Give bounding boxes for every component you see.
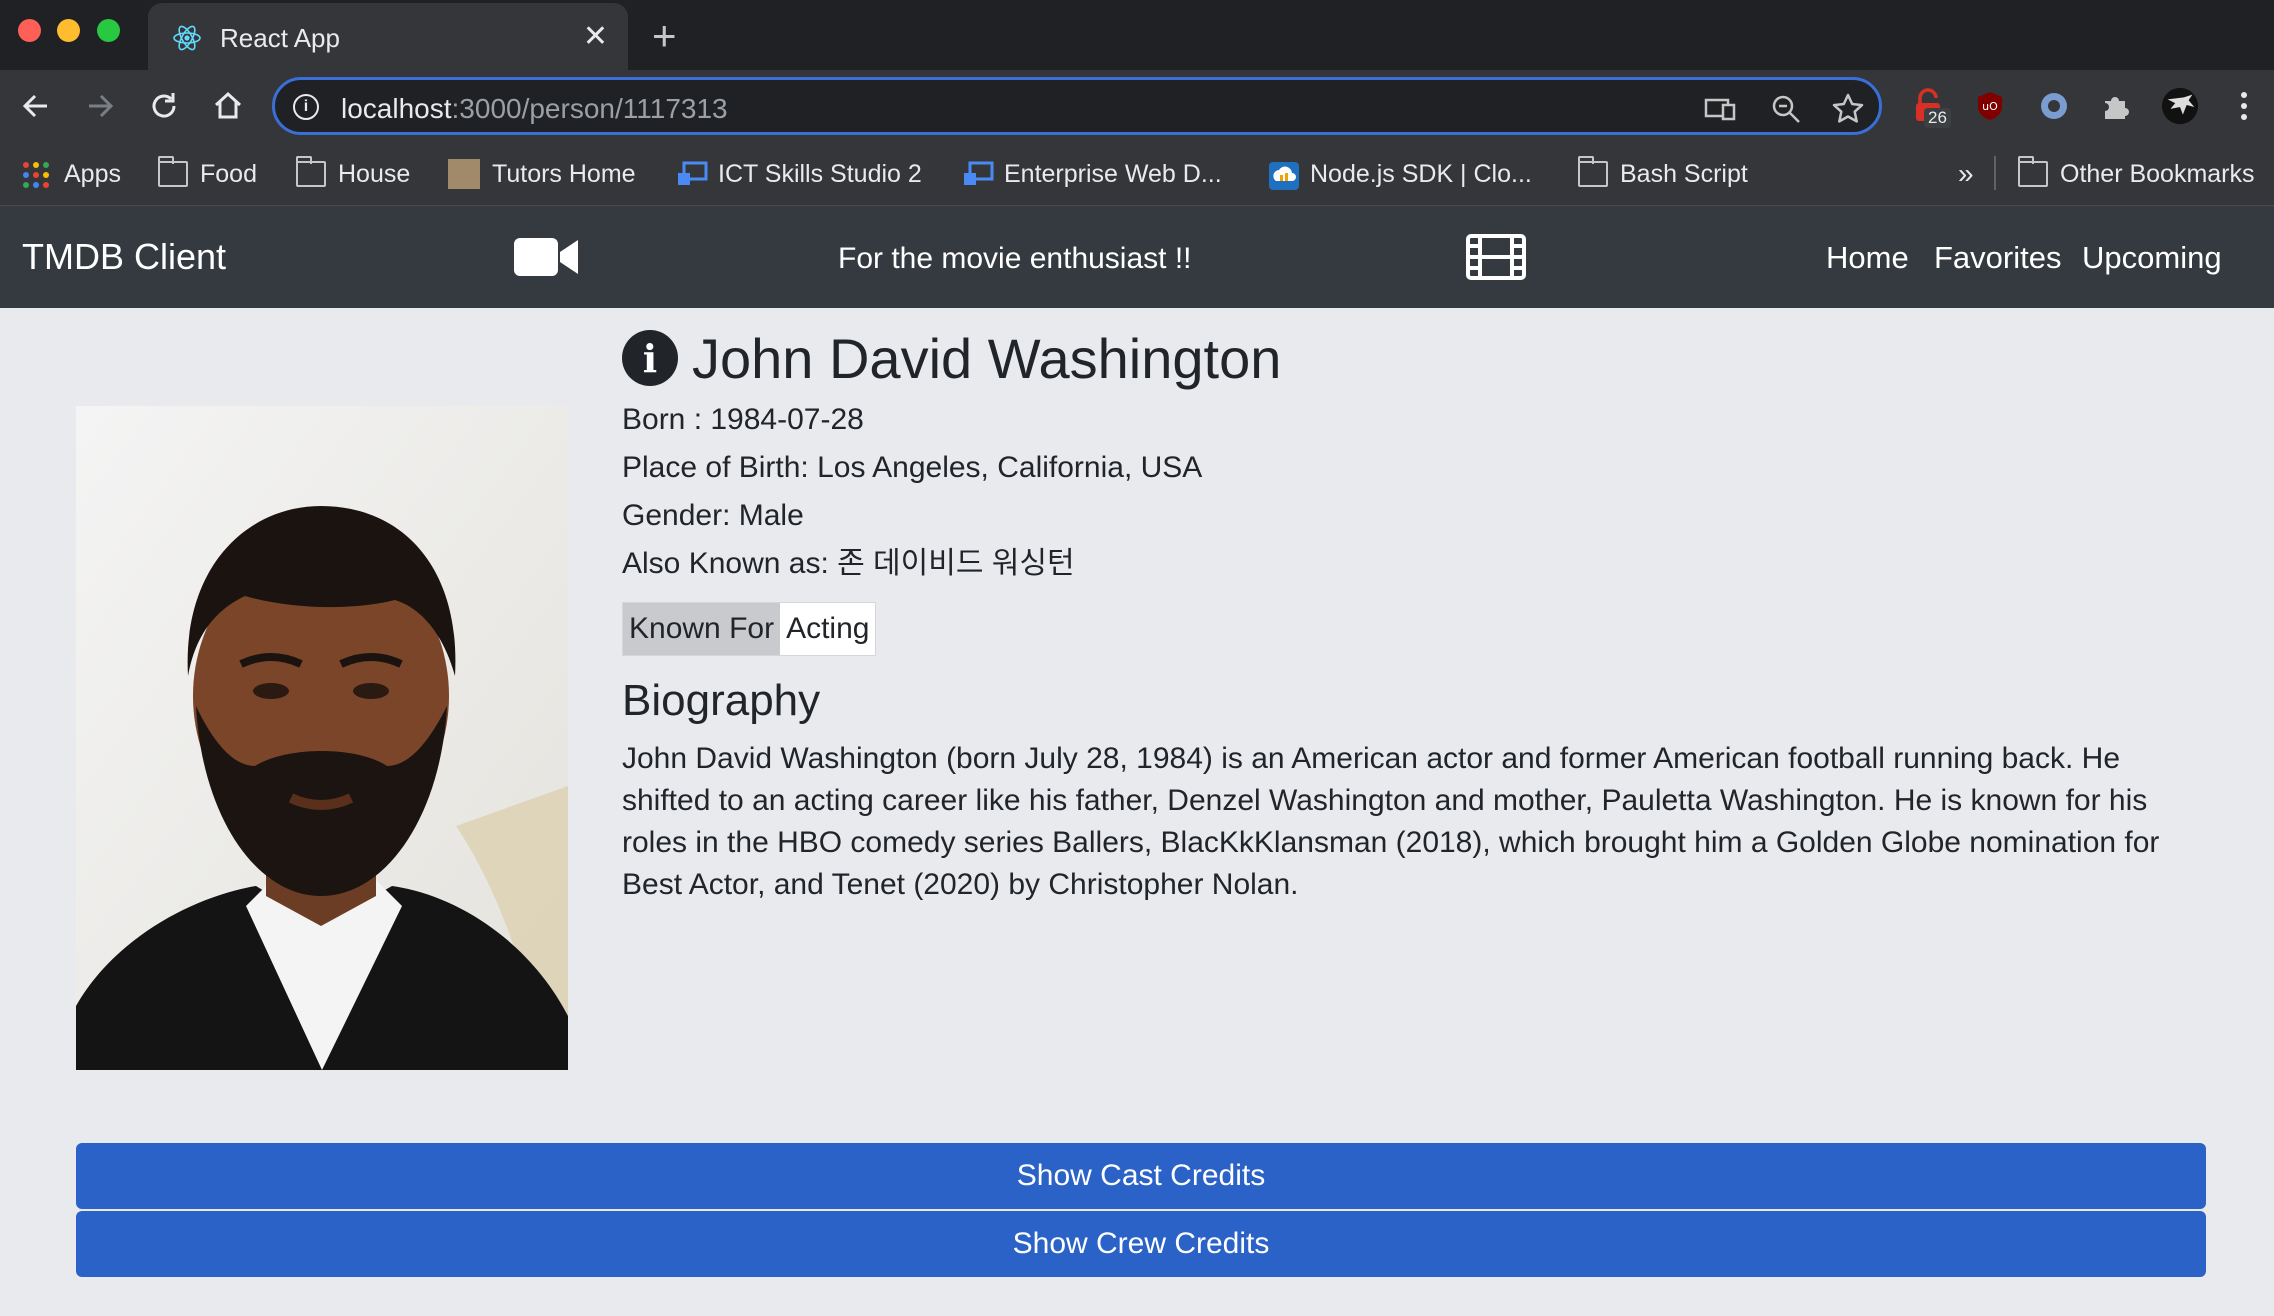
bookmark-tutors-home[interactable]: Tutors Home bbox=[448, 156, 636, 192]
person-photo bbox=[76, 406, 568, 1070]
known-for-chip: Known For Acting bbox=[622, 602, 877, 656]
bookmark-label: Food bbox=[200, 159, 257, 188]
bookmark-ict-skills[interactable]: ICT Skills Studio 2 bbox=[676, 156, 922, 192]
folder-icon bbox=[296, 156, 326, 187]
bookmark-label: ICT Skills Studio 2 bbox=[718, 159, 922, 188]
person-details: i John David Washington Born : 1984-07-2… bbox=[622, 322, 2212, 906]
cloud-app-icon bbox=[962, 161, 994, 187]
person-header: i John David Washington bbox=[622, 322, 2212, 394]
bookmark-label: Tutors Home bbox=[492, 159, 636, 188]
bookmark-label: Apps bbox=[64, 159, 121, 188]
nav-link-upcoming[interactable]: Upcoming bbox=[2082, 240, 2222, 276]
folder-icon bbox=[158, 156, 188, 187]
tab-title: React App bbox=[220, 23, 340, 53]
biography-heading: Biography bbox=[622, 676, 821, 725]
bookmark-nodejs-sdk[interactable]: Node.js SDK | Clo... bbox=[1268, 156, 1532, 192]
app-navbar: TMDB Client For the movie enthusiast !! … bbox=[0, 206, 2274, 308]
bookmarks-divider bbox=[1994, 156, 1996, 190]
bookmark-label: Node.js SDK | Clo... bbox=[1310, 159, 1532, 188]
cloud-app-icon bbox=[676, 161, 708, 187]
nav-link-home[interactable]: Home bbox=[1826, 240, 1909, 276]
ibm-cloud-icon bbox=[1268, 161, 1299, 190]
bookmark-enterprise-web[interactable]: Enterprise Web D... bbox=[962, 156, 1222, 192]
extension-ring-icon[interactable] bbox=[2034, 86, 2074, 126]
tutors-favicon bbox=[448, 159, 480, 189]
bookmark-other[interactable]: Other Bookmarks bbox=[2018, 156, 2255, 192]
close-tab-icon[interactable]: ✕ bbox=[583, 19, 608, 54]
reload-icon[interactable] bbox=[144, 86, 184, 126]
gender: Gender: Male bbox=[622, 499, 804, 532]
home-icon[interactable] bbox=[208, 86, 248, 126]
navbar-tagline: For the movie enthusiast !! bbox=[838, 242, 1192, 275]
minimize-window-button[interactable] bbox=[57, 19, 80, 42]
bookmark-label: House bbox=[338, 159, 411, 188]
born-date: Born : 1984-07-28 bbox=[622, 403, 864, 436]
back-icon[interactable] bbox=[16, 86, 56, 126]
bookmark-apps[interactable]: Apps bbox=[22, 156, 121, 192]
extension-badge: 26 bbox=[1924, 108, 1951, 128]
bookmark-bash-script[interactable]: Bash Script bbox=[1578, 156, 1748, 192]
maximize-window-button[interactable] bbox=[97, 19, 120, 42]
apps-grid-icon bbox=[22, 161, 52, 188]
bookmarks-bar: Apps Food House Tutors Home ICT Skills S… bbox=[0, 142, 2274, 206]
bookmark-food[interactable]: Food bbox=[158, 156, 257, 192]
folder-icon bbox=[1578, 156, 1608, 187]
url-text: localhost:3000/person/1117313 bbox=[341, 93, 728, 124]
film-icon bbox=[1466, 234, 1526, 285]
biography-text: John David Washington (born July 28, 198… bbox=[622, 742, 2160, 901]
browser-toolbar: i localhost:3000/person/1117313 26 uO bbox=[0, 70, 2274, 142]
site-info-icon[interactable]: i bbox=[293, 94, 319, 120]
lock-extension-icon[interactable]: 26 bbox=[1908, 86, 1951, 128]
known-for-value: Acting bbox=[780, 603, 876, 655]
folder-icon bbox=[2018, 156, 2048, 187]
svg-text:uO: uO bbox=[1982, 100, 1998, 113]
menu-dots-icon[interactable] bbox=[2224, 86, 2264, 126]
puzzle-icon[interactable] bbox=[2096, 86, 2136, 126]
bookmark-label: Bash Script bbox=[1620, 159, 1748, 188]
bookmarks-overflow-button[interactable]: » bbox=[1958, 156, 1974, 192]
profile-avatar[interactable] bbox=[2160, 86, 2200, 126]
zoom-icon[interactable] bbox=[1769, 92, 1803, 126]
ublock-icon[interactable]: uO bbox=[1970, 86, 2010, 126]
show-crew-credits-button[interactable]: Show Crew Credits bbox=[76, 1211, 2206, 1277]
browser-tab-bar: React App ✕ + bbox=[0, 0, 2274, 70]
new-tab-button[interactable]: + bbox=[652, 12, 677, 60]
also-known-as: Also Known as: 존 데이비드 워싱턴 bbox=[622, 547, 1075, 580]
bookmark-label: Enterprise Web D... bbox=[1004, 159, 1222, 188]
bookmark-house[interactable]: House bbox=[296, 156, 410, 192]
place-of-birth: Place of Birth: Los Angeles, California,… bbox=[622, 451, 1203, 484]
nav-link-favorites[interactable]: Favorites bbox=[1934, 240, 2061, 276]
known-for-label: Known For bbox=[623, 603, 781, 655]
cast-icon[interactable] bbox=[1703, 92, 1737, 126]
address-bar[interactable]: i localhost:3000/person/1117313 bbox=[272, 77, 1882, 135]
info-circle-icon: i bbox=[622, 330, 678, 386]
react-icon bbox=[172, 23, 202, 58]
bookmark-label: Other Bookmarks bbox=[2060, 159, 2255, 188]
forward-icon[interactable] bbox=[80, 86, 120, 126]
video-camera-icon bbox=[514, 236, 580, 283]
close-window-button[interactable] bbox=[18, 19, 41, 42]
browser-tab[interactable]: React App ✕ bbox=[148, 3, 628, 70]
person-name: John David Washington bbox=[692, 326, 1282, 390]
brand-link[interactable]: TMDB Client bbox=[22, 236, 226, 278]
star-icon[interactable] bbox=[1831, 92, 1865, 126]
show-cast-credits-button[interactable]: Show Cast Credits bbox=[76, 1143, 2206, 1209]
